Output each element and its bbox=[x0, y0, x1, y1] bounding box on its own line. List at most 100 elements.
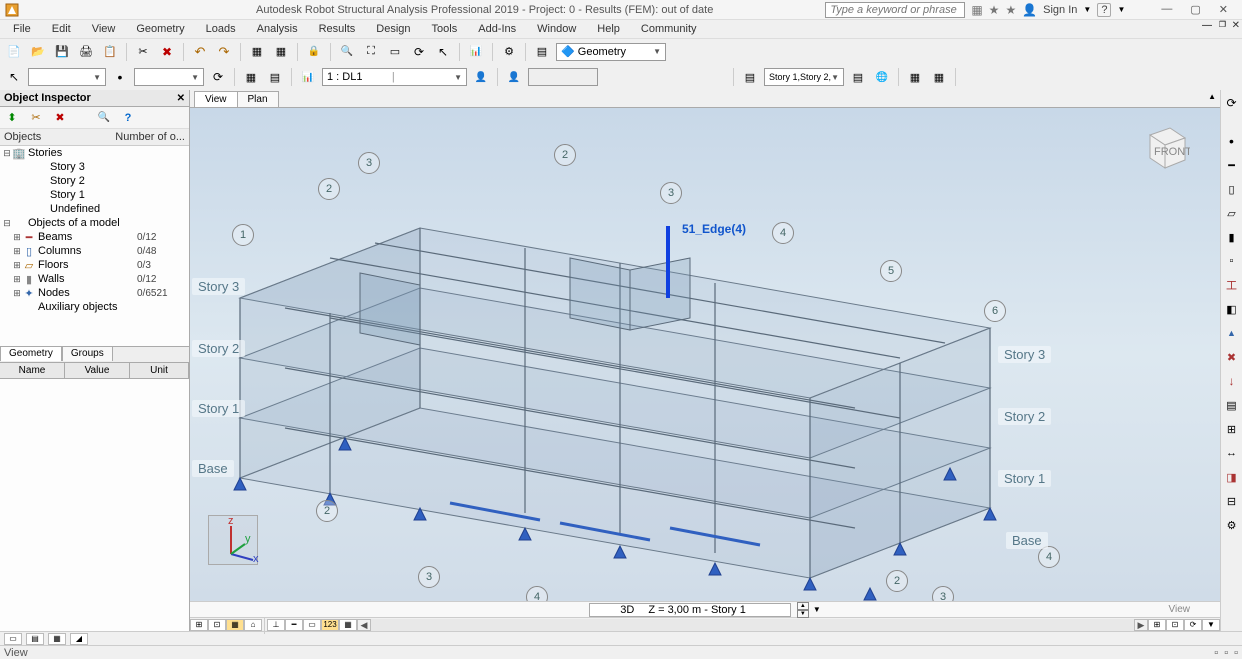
axis-button[interactable]: ⊞ bbox=[1223, 420, 1241, 438]
menu-window[interactable]: Window bbox=[528, 22, 585, 36]
story-params-button[interactable] bbox=[872, 67, 892, 87]
refresh-select-button[interactable] bbox=[208, 67, 228, 87]
story-def-button[interactable]: ▤ bbox=[1223, 396, 1241, 414]
slab-button[interactable] bbox=[1223, 204, 1241, 222]
open-button[interactable] bbox=[28, 42, 48, 62]
display-button-2[interactable] bbox=[929, 67, 949, 87]
tree-stories[interactable]: ⊟🏢Stories bbox=[0, 146, 189, 160]
close-panel-button[interactable]: ✕ bbox=[177, 93, 185, 104]
loadcase-icon[interactable] bbox=[298, 67, 318, 87]
doc-restore-button[interactable]: ❐ bbox=[1219, 20, 1226, 29]
view-status-center[interactable]: 3D Z = 3,00 m - Story 1 bbox=[589, 603, 791, 617]
disp-button[interactable]: ▦ bbox=[48, 633, 66, 645]
inspector-help-button[interactable] bbox=[120, 110, 136, 126]
nav-button-3[interactable]: ⟳ bbox=[1184, 619, 1202, 631]
disp-button[interactable]: ◢ bbox=[70, 633, 88, 645]
snap-button-2[interactable]: ⊡ bbox=[208, 619, 226, 631]
menu-analysis[interactable]: Analysis bbox=[248, 22, 307, 36]
ortho-button[interactable]: ⊥ bbox=[267, 619, 285, 631]
loadcase-combo[interactable]: 1 : DL1 | ▼ bbox=[322, 68, 467, 86]
cladding-button[interactable]: ◨ bbox=[1223, 468, 1241, 486]
nav-button-2[interactable]: ⊡ bbox=[1166, 619, 1184, 631]
hscroll-track[interactable] bbox=[371, 619, 1134, 631]
maximize-button[interactable]: ▢ bbox=[1190, 3, 1200, 16]
layout-combo[interactable]: 🔷 Geometry ▼ bbox=[556, 43, 666, 61]
linear-release-button[interactable]: ⊟ bbox=[1223, 492, 1241, 510]
grid-button[interactable]: ━ bbox=[285, 619, 303, 631]
story-spinner[interactable]: ▲▼ bbox=[797, 602, 809, 618]
nav-button-1[interactable]: ⊞ bbox=[1148, 619, 1166, 631]
tree-columns[interactable]: ⊞▯Columns0/48 bbox=[0, 244, 189, 258]
objects-tree[interactable]: ⊟🏢Stories Story 3 Story 2 Story 1 Undefi… bbox=[0, 146, 189, 346]
menu-loads[interactable]: Loads bbox=[197, 22, 245, 36]
redo-button[interactable] bbox=[214, 42, 234, 62]
filter2-button[interactable]: ✂ bbox=[28, 110, 44, 126]
loadcase-select-button[interactable] bbox=[471, 67, 491, 87]
autodesk-app-icon[interactable]: ▦ bbox=[971, 3, 982, 17]
save-button[interactable] bbox=[52, 42, 72, 62]
selection-dialog-button[interactable] bbox=[265, 67, 285, 87]
disp-button[interactable]: ▭ bbox=[4, 633, 22, 645]
load-button[interactable] bbox=[1223, 372, 1241, 390]
menu-help[interactable]: Help bbox=[588, 22, 629, 36]
snap-pt-button[interactable]: ▭ bbox=[303, 619, 321, 631]
inspector-search-button[interactable] bbox=[96, 110, 112, 126]
story-filter-button[interactable] bbox=[848, 67, 868, 87]
menu-file[interactable]: File bbox=[4, 22, 40, 36]
rotate-button[interactable] bbox=[433, 42, 453, 62]
axes-button[interactable]: ▦ bbox=[339, 619, 357, 631]
menu-design[interactable]: Design bbox=[367, 22, 419, 36]
cut-button[interactable] bbox=[133, 42, 153, 62]
doc-close-button[interactable]: ✕ bbox=[1232, 20, 1240, 31]
print-button[interactable] bbox=[76, 42, 96, 62]
mode-button[interactable] bbox=[504, 67, 524, 87]
view-cube[interactable]: FRONT bbox=[1140, 120, 1190, 170]
axis-triad[interactable]: z x y bbox=[208, 515, 258, 565]
select-bar-button[interactable] bbox=[110, 67, 130, 87]
filter3-button[interactable]: ✖ bbox=[52, 110, 68, 126]
node-select-combo[interactable]: ▼ bbox=[28, 68, 106, 86]
display-button-1[interactable] bbox=[905, 67, 925, 87]
doc-minimize-button[interactable]: — bbox=[1202, 20, 1212, 31]
node-button[interactable] bbox=[1223, 132, 1241, 150]
chevron-down-icon[interactable]: ▼ bbox=[813, 605, 821, 614]
table-button[interactable] bbox=[271, 42, 291, 62]
hscroll-right-button[interactable]: ▶ bbox=[1134, 619, 1148, 631]
snap-button-3[interactable]: ▦ bbox=[226, 619, 244, 631]
delete-button[interactable] bbox=[157, 42, 177, 62]
tree-nodes[interactable]: ⊞✦Nodes0/6521 bbox=[0, 286, 189, 300]
tree-undefined[interactable]: Undefined bbox=[0, 202, 189, 216]
help-search-input[interactable] bbox=[825, 2, 965, 18]
story-icon[interactable] bbox=[740, 67, 760, 87]
close-button[interactable]: ✕ bbox=[1219, 3, 1228, 16]
lock-button[interactable] bbox=[304, 42, 324, 62]
screen-capture-button[interactable] bbox=[466, 42, 486, 62]
star-icon[interactable]: ★ bbox=[1005, 3, 1016, 17]
vscroll-up-button[interactable]: ▲ bbox=[1208, 92, 1216, 101]
bar-button[interactable] bbox=[1223, 156, 1241, 174]
menu-edit[interactable]: Edit bbox=[43, 22, 80, 36]
opening-button[interactable]: ▫ bbox=[1223, 252, 1241, 270]
star-icon[interactable]: ★ bbox=[989, 3, 1000, 17]
pan-button[interactable] bbox=[409, 42, 429, 62]
tree-walls[interactable]: ⊞▮Walls0/12 bbox=[0, 272, 189, 286]
undo-button[interactable] bbox=[190, 42, 210, 62]
new-button[interactable] bbox=[4, 42, 24, 62]
edit-button[interactable] bbox=[247, 42, 267, 62]
material-button[interactable]: ◧ bbox=[1223, 300, 1241, 318]
column-button[interactable] bbox=[1223, 180, 1241, 198]
selection-filter-button[interactable] bbox=[241, 67, 261, 87]
menu-addins[interactable]: Add-Ins bbox=[469, 22, 525, 36]
calculations-button[interactable] bbox=[499, 42, 519, 62]
support-button[interactable] bbox=[1223, 324, 1241, 342]
tree-beams[interactable]: ⊞━Beams0/12 bbox=[0, 230, 189, 244]
dropdown-icon[interactable]: ▼ bbox=[1083, 5, 1091, 14]
menu-geometry[interactable]: Geometry bbox=[127, 22, 193, 36]
groups-tab[interactable]: Groups bbox=[62, 346, 113, 361]
osnap-button[interactable]: 123 bbox=[321, 619, 339, 631]
dimension-button[interactable] bbox=[1223, 444, 1241, 462]
snap-button-1[interactable]: ⊞ bbox=[190, 619, 208, 631]
help-button[interactable]: ? bbox=[1097, 3, 1111, 17]
menu-tools[interactable]: Tools bbox=[423, 22, 467, 36]
menu-results[interactable]: Results bbox=[310, 22, 365, 36]
